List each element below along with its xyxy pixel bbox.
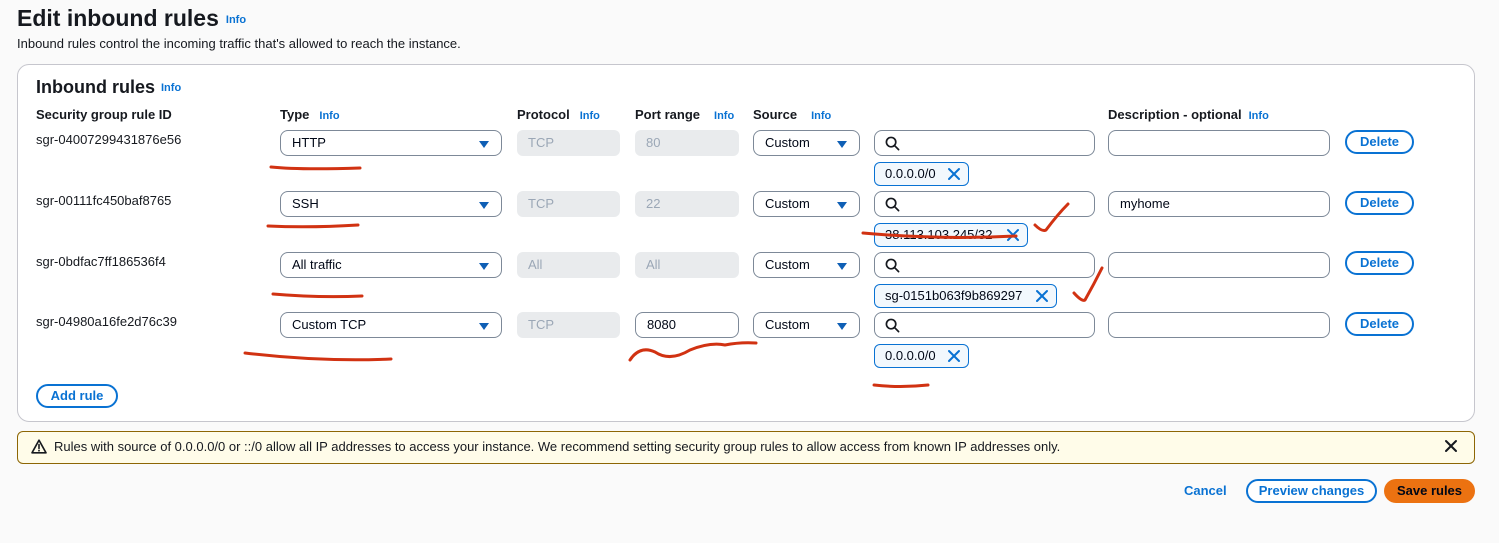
source-select[interactable]: Custom — [753, 130, 860, 156]
container-title: Inbound rules Info — [36, 77, 181, 98]
source-search-input[interactable] — [874, 312, 1095, 338]
column-header-description-label: Description - optional — [1108, 107, 1242, 122]
container-info-link[interactable]: Info — [161, 82, 181, 94]
source-token-label: 38.113.103.245/32 — [885, 227, 993, 242]
type-select[interactable]: SSH — [280, 191, 502, 217]
page-description: Inbound rules control the incoming traff… — [17, 36, 461, 51]
source-select[interactable]: Custom — [753, 191, 860, 217]
source-select-value: Custom — [765, 317, 810, 332]
port-range-field: 80 — [635, 130, 739, 156]
search-icon — [885, 197, 900, 212]
caret-down-icon — [837, 323, 847, 330]
column-header-port-range: Port range Info — [635, 107, 734, 122]
rule-id: sgr-04007299431876e56 — [36, 132, 182, 147]
type-select-value: SSH — [292, 196, 319, 211]
add-rule-button[interactable]: Add rule — [36, 384, 118, 408]
search-icon — [885, 318, 900, 333]
column-header-type-label: Type — [280, 107, 310, 122]
caret-down-icon — [479, 263, 489, 270]
source-token-label: 0.0.0.0/0 — [885, 166, 936, 181]
column-header-rule-id: Security group rule ID — [36, 107, 172, 122]
column-header-protocol: Protocol Info — [517, 107, 600, 122]
save-rules-button[interactable]: Save rules — [1384, 479, 1475, 503]
warning-icon — [31, 439, 47, 454]
type-info-link[interactable]: Info — [319, 110, 339, 122]
remove-token-icon[interactable] — [1035, 289, 1049, 303]
description-input[interactable]: myhome — [1108, 191, 1330, 217]
source-token: sg-0151b063f9b869297 — [874, 284, 1057, 308]
port-range-field: All — [635, 252, 739, 278]
warning-alert-text: Rules with source of 0.0.0.0/0 or ::/0 a… — [54, 439, 1061, 454]
rule-id: sgr-0bdfac7ff186536f4 — [36, 254, 166, 269]
description-input[interactable] — [1108, 312, 1330, 338]
source-search-input[interactable] — [874, 252, 1095, 278]
caret-down-icon — [479, 141, 489, 148]
page-title: Edit inbound rules Info — [17, 5, 246, 32]
description-info-link[interactable]: Info — [1249, 110, 1269, 122]
remove-token-icon[interactable] — [947, 167, 961, 181]
protocol-field: TCP — [517, 312, 620, 338]
column-header-type: Type Info — [280, 107, 340, 122]
type-select[interactable]: HTTP — [280, 130, 502, 156]
source-token: 0.0.0.0/0 — [874, 344, 969, 368]
remove-token-icon[interactable] — [1006, 228, 1020, 242]
column-header-description: Description - optional Info — [1108, 107, 1269, 122]
column-header-source: Source Info — [753, 107, 831, 122]
description-input[interactable] — [1108, 130, 1330, 156]
port-range-info-link[interactable]: Info — [714, 110, 734, 122]
source-select-value: Custom — [765, 257, 810, 272]
search-icon — [885, 136, 900, 151]
protocol-field: TCP — [517, 191, 620, 217]
rule-id: sgr-04980a16fe2d76c39 — [36, 314, 177, 329]
source-search-input[interactable] — [874, 191, 1095, 217]
column-header-port-range-label: Port range — [635, 107, 701, 122]
port-range-field: 22 — [635, 191, 739, 217]
page-title-text: Edit inbound rules — [17, 5, 219, 31]
preview-changes-button[interactable]: Preview changes — [1246, 479, 1377, 503]
caret-down-icon — [479, 202, 489, 209]
caret-down-icon — [837, 202, 847, 209]
source-info-link[interactable]: Info — [811, 110, 831, 122]
protocol-field: All — [517, 252, 620, 278]
remove-token-icon[interactable] — [947, 349, 961, 363]
cancel-button[interactable]: Cancel — [1184, 483, 1227, 498]
page-info-link[interactable]: Info — [226, 14, 246, 26]
column-header-protocol-label: Protocol — [517, 107, 570, 122]
type-select-value: Custom TCP — [292, 317, 367, 332]
dismiss-alert-icon[interactable] — [1444, 439, 1458, 453]
description-input[interactable] — [1108, 252, 1330, 278]
type-select[interactable]: All traffic — [280, 252, 502, 278]
type-select-value: All traffic — [292, 257, 342, 272]
caret-down-icon — [479, 323, 489, 330]
source-select-value: Custom — [765, 196, 810, 211]
port-range-input[interactable]: 8080 — [635, 312, 739, 338]
source-select[interactable]: Custom — [753, 312, 860, 338]
source-token: 0.0.0.0/0 — [874, 162, 969, 186]
type-select[interactable]: Custom TCP — [280, 312, 502, 338]
protocol-info-link[interactable]: Info — [580, 110, 600, 122]
delete-button[interactable]: Delete — [1345, 312, 1414, 336]
delete-button[interactable]: Delete — [1345, 251, 1414, 275]
source-token: 38.113.103.245/32 — [874, 223, 1028, 247]
container-title-text: Inbound rules — [36, 77, 155, 97]
source-select[interactable]: Custom — [753, 252, 860, 278]
delete-button[interactable]: Delete — [1345, 191, 1414, 215]
rule-id: sgr-00111fc450baf8765 — [36, 193, 172, 208]
caret-down-icon — [837, 141, 847, 148]
source-token-label: 0.0.0.0/0 — [885, 348, 936, 363]
type-select-value: HTTP — [292, 135, 326, 150]
caret-down-icon — [837, 263, 847, 270]
column-header-source-label: Source — [753, 107, 798, 122]
source-token-label: sg-0151b063f9b869297 — [885, 288, 1023, 303]
source-select-value: Custom — [765, 135, 810, 150]
search-icon — [885, 258, 900, 273]
source-search-input[interactable] — [874, 130, 1095, 156]
delete-button[interactable]: Delete — [1345, 130, 1414, 154]
protocol-field: TCP — [517, 130, 620, 156]
